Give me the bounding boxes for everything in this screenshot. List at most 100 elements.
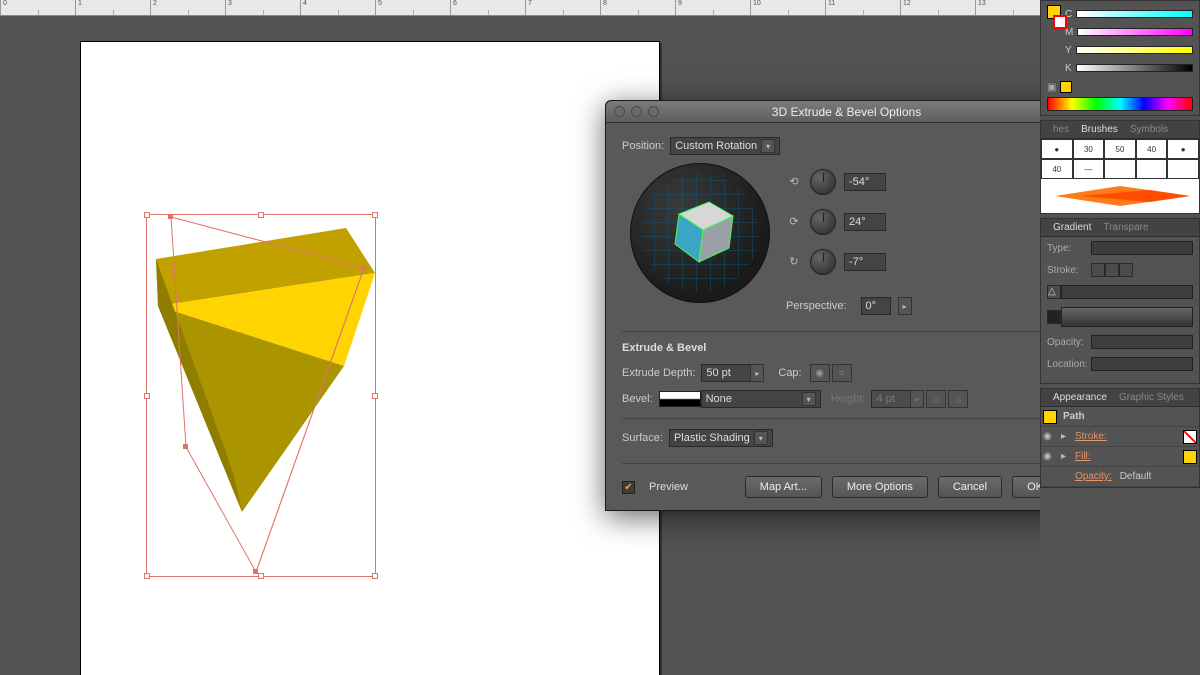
close-icon[interactable]: [614, 106, 625, 117]
brush-cell[interactable]: [1104, 159, 1136, 179]
magenta-slider[interactable]: [1077, 28, 1193, 36]
brush-cell[interactable]: 40: [1136, 139, 1168, 159]
brush-cell[interactable]: 50: [1104, 139, 1136, 159]
fill-color-swatch[interactable]: [1183, 450, 1197, 464]
appearance-stroke-row[interactable]: ◉ ▸ Stroke:: [1041, 427, 1199, 447]
grad-location-field[interactable]: [1091, 357, 1193, 371]
yellow-slider[interactable]: [1076, 46, 1193, 54]
bevel-out-button: ⌂: [948, 390, 968, 408]
zoom-icon[interactable]: [648, 106, 659, 117]
bevel-height-field: [871, 390, 911, 408]
brush-cell[interactable]: [1136, 159, 1168, 179]
more-options-button[interactable]: More Options: [832, 476, 928, 498]
cyan-slider[interactable]: [1076, 10, 1193, 18]
preview-checkbox[interactable]: ✔: [622, 481, 635, 494]
bevel-in-button: ⌂: [926, 390, 946, 408]
dialog-titlebar[interactable]: 3D Extrude & Bevel Options: [606, 101, 1074, 123]
rotate-x-dial[interactable]: [810, 169, 836, 195]
rotate-z-field[interactable]: [844, 253, 886, 271]
perspective-field[interactable]: [861, 297, 891, 315]
cap-on-button[interactable]: ◉: [810, 364, 830, 382]
ruler-tick: 0: [0, 0, 75, 15]
selection-bounding-box[interactable]: [146, 214, 376, 577]
tab-brushes[interactable]: Brushes: [1075, 122, 1124, 137]
brush-cell[interactable]: —: [1073, 159, 1105, 179]
selection-handle[interactable]: [144, 212, 150, 218]
selection-handle[interactable]: [144, 573, 150, 579]
brush-cell[interactable]: ●: [1041, 139, 1073, 159]
tab-gradient[interactable]: Gradient: [1047, 220, 1097, 235]
visibility-icon[interactable]: ◉: [1043, 431, 1055, 442]
rotation-trackball[interactable]: [630, 163, 770, 303]
black-slider[interactable]: [1076, 64, 1193, 72]
cap-off-button[interactable]: ○: [832, 364, 852, 382]
grad-type-dropdown[interactable]: [1091, 241, 1193, 255]
cancel-button[interactable]: Cancel: [938, 476, 1002, 498]
extrude-depth-field[interactable]: [701, 364, 751, 382]
tab-graphic-styles[interactable]: Graphic Styles: [1113, 390, 1190, 405]
extrude-depth-stepper[interactable]: ▸: [750, 364, 764, 382]
selection-handle[interactable]: [372, 393, 378, 399]
bevel-height-label: Height:: [831, 393, 866, 405]
selection-handle[interactable]: [258, 573, 264, 579]
rotate-y-icon: ⟳: [786, 215, 802, 229]
no-stroke-swatch[interactable]: [1183, 430, 1197, 444]
perspective-stepper[interactable]: ▸: [898, 297, 912, 315]
gradient-swatch[interactable]: [1047, 310, 1061, 324]
bevel-preview-swatch: [659, 391, 701, 407]
appearance-swatch: [1043, 410, 1057, 424]
brush-cell[interactable]: ●: [1167, 139, 1199, 159]
selection-handle[interactable]: [372, 573, 378, 579]
appearance-opacity-row[interactable]: Opacity: Default: [1041, 467, 1199, 487]
ruler-tick: 13: [975, 0, 1050, 15]
stroke-mode-icon[interactable]: [1105, 263, 1119, 277]
appearance-fill-row[interactable]: ◉ ▸ Fill:: [1041, 447, 1199, 467]
cmyk-y-label: Y: [1065, 45, 1072, 56]
visibility-icon[interactable]: ◉: [1043, 451, 1055, 462]
tab-transparency[interactable]: Transpare: [1097, 220, 1154, 235]
grad-opacity-field[interactable]: [1091, 335, 1193, 349]
tab-symbols[interactable]: Symbols: [1124, 122, 1174, 137]
current-color-swatch[interactable]: [1060, 81, 1072, 93]
extrude-depth-label: Extrude Depth:: [622, 367, 695, 379]
rotate-y-dial[interactable]: [810, 209, 836, 235]
stroke-mode-icon[interactable]: [1119, 263, 1133, 277]
brush-grid[interactable]: ● 30 50 40 ● 40 —: [1041, 139, 1199, 179]
rotate-z-dial[interactable]: [810, 249, 836, 275]
horizontal-ruler[interactable]: 0 1 2 3 4 5 6 7 8 9 10 11 12 13 14: [0, 0, 1040, 16]
disclosure-triangle-icon[interactable]: ▸: [1061, 451, 1069, 462]
stroke-mode-icon[interactable]: [1091, 263, 1105, 277]
position-dropdown[interactable]: Custom Rotation▾: [670, 137, 780, 155]
color-spectrum[interactable]: [1047, 97, 1193, 111]
artboard[interactable]: [80, 41, 660, 675]
ruler-tick: 6: [450, 0, 525, 15]
appearance-panel: Appearance Graphic Styles Path ◉ ▸ Strok…: [1040, 388, 1200, 488]
surface-dropdown[interactable]: Plastic Shading▾: [669, 429, 773, 447]
stroke-swatch[interactable]: [1053, 15, 1067, 29]
rotate-y-field[interactable]: [844, 213, 886, 231]
appearance-opacity-label[interactable]: Opacity:: [1075, 471, 1112, 482]
brush-cell[interactable]: 40: [1041, 159, 1073, 179]
perspective-label: Perspective:: [786, 300, 847, 312]
tab-appearance[interactable]: Appearance: [1047, 390, 1113, 405]
selection-handle[interactable]: [372, 212, 378, 218]
brush-cell[interactable]: [1167, 159, 1199, 179]
bevel-height-stepper: ▸: [910, 390, 924, 408]
rotate-x-field[interactable]: [844, 173, 886, 191]
selection-handle[interactable]: [144, 393, 150, 399]
tab-swatches[interactable]: hes: [1047, 122, 1075, 137]
brush-preview[interactable]: [1041, 179, 1199, 213]
brush-cell[interactable]: 30: [1073, 139, 1105, 159]
bevel-label: Bevel:: [622, 393, 653, 405]
cap-label: Cap:: [778, 367, 801, 379]
chevron-down-icon: ▾: [802, 392, 816, 406]
selection-handle[interactable]: [258, 212, 264, 218]
appearance-stroke-label[interactable]: Stroke:: [1075, 431, 1177, 442]
gradient-ramp[interactable]: [1061, 307, 1193, 327]
bevel-dropdown[interactable]: None▾: [701, 390, 821, 408]
appearance-fill-label[interactable]: Fill:: [1075, 451, 1177, 462]
grad-angle-field[interactable]: [1061, 285, 1193, 299]
map-art-button[interactable]: Map Art...: [745, 476, 822, 498]
disclosure-triangle-icon[interactable]: ▸: [1061, 431, 1069, 442]
minimize-icon[interactable]: [631, 106, 642, 117]
